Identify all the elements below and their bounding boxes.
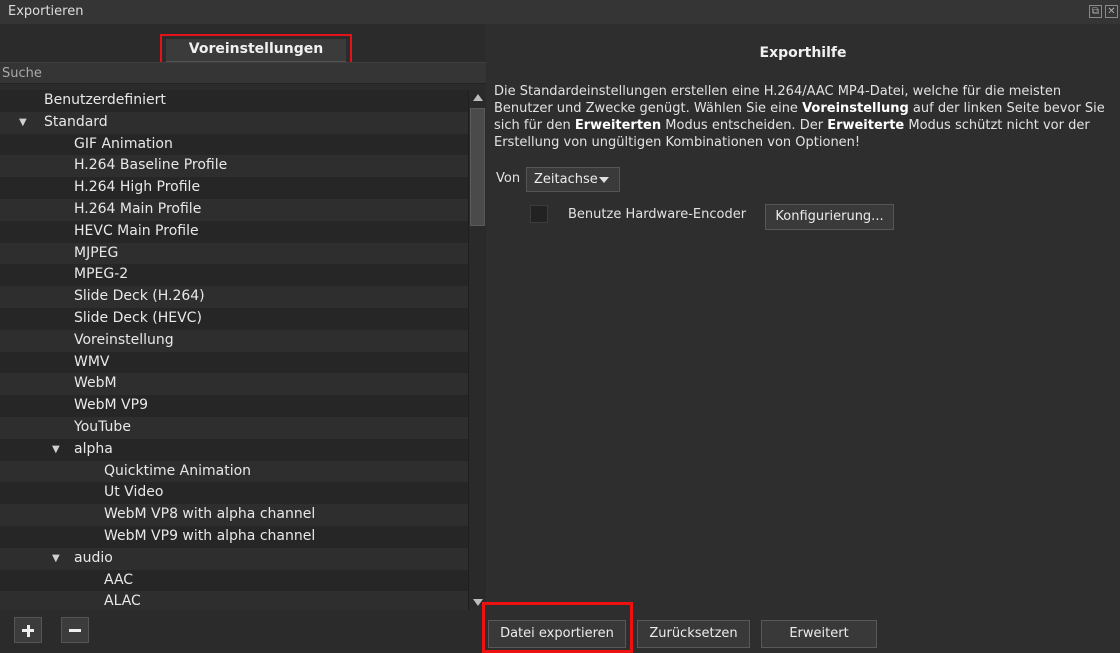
tree-item-label: GIF Animation [74,135,173,152]
tree-item[interactable]: AAC [0,569,468,592]
tree-item[interactable]: Ut Video [0,482,468,505]
expand-arrow-icon[interactable]: ▼ [52,548,60,570]
tree-item[interactable]: Slide Deck (HEVC) [0,307,468,330]
hardware-encoder-label[interactable]: Benutze Hardware-Encoder [568,207,746,222]
plus-icon-vertical [26,624,30,637]
scroll-thumb[interactable] [470,108,485,226]
export-help-heading: Exporthilfe [759,45,847,61]
tree-item-label: H.264 Baseline Profile [74,157,228,174]
search-box [0,62,486,84]
advanced-button[interactable]: Erweitert [761,620,877,648]
tree-item[interactable]: H.264 High Profile [0,177,468,199]
tree-item[interactable]: Benutzerdefiniert [0,90,468,112]
float-icon[interactable]: ⧉ [1089,5,1102,18]
from-select-value: Zeitachse [534,172,598,187]
help-emphasis: Voreinstellung [802,101,909,116]
tree-item-label: MJPEG [74,244,119,261]
title-bar: Exportieren ⧉ ✕ [0,0,1120,24]
preset-buttons [0,614,486,653]
help-emphasis: Erweiterte [827,118,905,133]
configure-button[interactable]: Konfigurierung... [765,204,894,230]
tree-item-label: audio [74,549,113,566]
tree-item[interactable]: WebM VP8 with alpha channel [0,504,468,526]
add-preset-button[interactable] [14,617,42,643]
tree-item[interactable]: MJPEG [0,242,468,265]
tree-scrollbar[interactable] [468,90,486,610]
tree-item-label: HEVC Main Profile [74,222,199,239]
tree-item-label: YouTube [74,418,131,435]
tree-item-label: WebM VP9 with alpha channel [104,527,316,544]
tree-item-label: alpha [74,440,113,457]
hardware-encoder-checkbox[interactable] [530,205,548,223]
export-file-button[interactable]: Datei exportieren [488,620,626,648]
tree-item[interactable]: WebM [0,373,468,396]
tree-item-label: Ut Video [104,484,164,501]
preset-tree: Benutzerdefiniert ▼ Standard GIF Animation H… [0,90,468,610]
close-icon[interactable]: ✕ [1105,5,1118,18]
from-select[interactable]: Zeitachse [526,167,620,192]
tree-item[interactable]: WebM VP9 [0,395,468,417]
tree-item[interactable]: H.264 Baseline Profile [0,155,468,178]
reset-button[interactable]: Zurücksetzen [637,620,750,648]
tree-item-label: AAC [104,571,134,588]
tree-item[interactable]: YouTube [0,416,468,439]
from-label: Von [496,171,521,186]
tree-item-label: WebM VP9 [74,397,148,414]
chevron-down-icon [599,177,609,183]
tree-item[interactable]: GIF Animation [0,133,468,156]
tree-item-label: Voreinstellung [74,331,174,348]
tree-item-label: H.264 High Profile [74,179,201,196]
help-emphasis: Erweiterten [574,118,662,133]
scroll-up-icon[interactable] [473,94,483,101]
export-help-text: Die Standardeinstellungen erstellen eine… [494,83,1114,151]
expand-arrow-icon[interactable]: ▼ [52,439,60,461]
tree-item[interactable]: H.264 Main Profile [0,198,468,221]
expand-arrow-icon[interactable]: ▼ [19,112,27,134]
tree-item-label: ALAC [104,593,141,610]
tree-item-label: MPEG-2 [74,266,129,283]
tree-item[interactable]: ▼ audio [0,547,468,570]
tree-item[interactable]: ▼ alpha [0,438,468,461]
tree-item[interactable]: WMV [0,351,468,374]
minus-icon [69,629,81,632]
window-title: Exportieren [8,4,84,19]
tree-item-label: Benutzerdefiniert [44,92,166,108]
tree-item[interactable]: Slide Deck (H.264) [0,286,468,308]
tree-item-label: H.264 Main Profile [74,200,202,217]
search-input[interactable] [0,63,486,83]
tree-item[interactable]: ▼ Standard [0,111,468,134]
help-text-part: Modus entscheiden. Der [661,118,828,133]
tree-item[interactable]: Quicktime Animation [0,460,468,483]
tree-item-label: Slide Deck (H.264) [74,288,205,305]
tree-item[interactable]: WebM VP9 with alpha channel [0,525,468,548]
tree-item-label: Standard [44,113,108,130]
tree-item[interactable]: MPEG-2 [0,264,468,287]
tree-item[interactable]: Voreinstellung [0,329,468,352]
tree-item-label: WMV [74,353,110,370]
tree-item-label: WebM VP8 with alpha channel [104,506,316,523]
remove-preset-button[interactable] [61,617,89,643]
tree-item[interactable]: HEVC Main Profile [0,220,468,243]
tree-item-label: WebM [74,375,117,392]
tab-presets[interactable]: Voreinstellungen [166,39,346,62]
presets-panel: Voreinstellungen Benutzerdefiniert ▼ Stand… [0,24,486,653]
export-help-panel: Exporthilfe Die Standardeinstellungen er… [486,24,1120,653]
tree-item[interactable]: ALAC [0,591,468,610]
tree-item-label: Quicktime Animation [104,462,252,479]
tree-item-label: Slide Deck (HEVC) [74,309,202,326]
